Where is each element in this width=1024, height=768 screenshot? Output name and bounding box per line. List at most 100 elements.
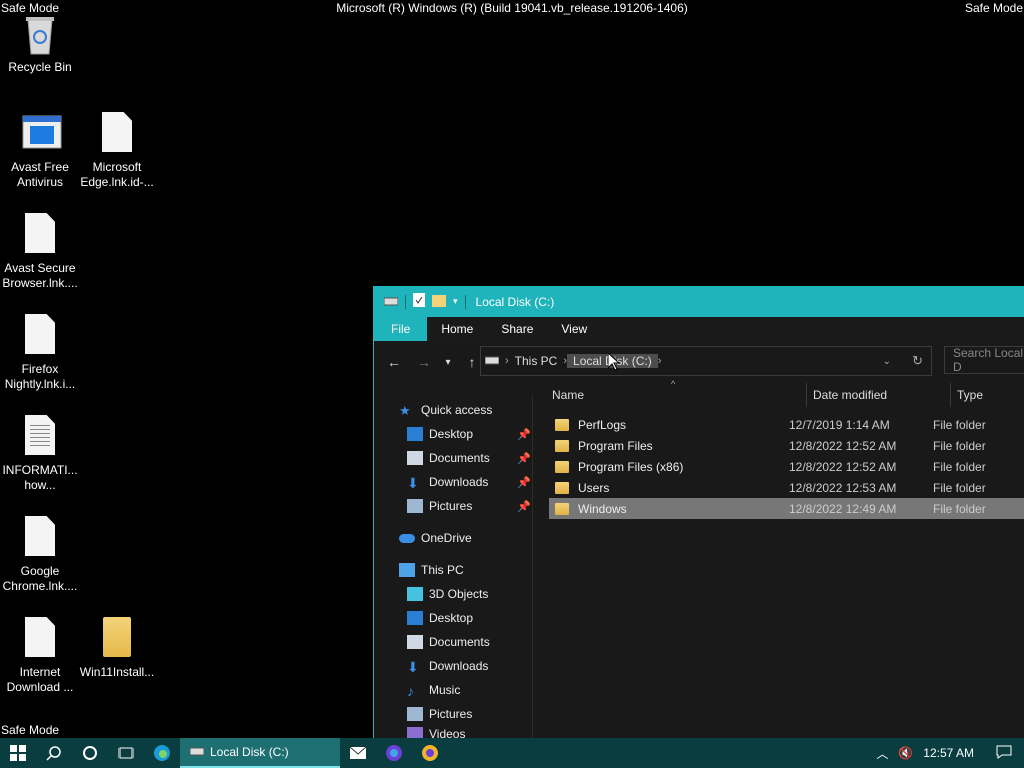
recycle-bin-icon: [22, 12, 58, 56]
desktop-icon-recycle-bin[interactable]: Recycle Bin: [0, 12, 80, 75]
file-row-selected[interactable]: Windows 12/8/2022 12:49 AM File folder: [549, 498, 1024, 519]
column-name[interactable]: Name: [552, 383, 584, 407]
nav-qa-desktop[interactable]: Desktop: [407, 423, 473, 445]
nav-qa-downloads[interactable]: ⬇ Downloads: [407, 471, 488, 493]
file-date: 12/8/2022 12:53 AM: [789, 480, 897, 495]
tab-home[interactable]: Home: [427, 317, 487, 341]
desktop-icon-information[interactable]: INFORMATI... how...: [0, 415, 80, 493]
folder-icon: [555, 502, 569, 515]
documents-icon: [407, 635, 423, 649]
notification-icon[interactable]: [996, 745, 1012, 762]
taskbar-app-explorer[interactable]: Local Disk (C:): [180, 738, 340, 768]
pin-icon[interactable]: 📌: [517, 428, 531, 441]
forward-arrow-icon[interactable]: →: [412, 354, 436, 370]
sort-ascending-icon: ^: [671, 379, 676, 389]
file-icon: [22, 516, 58, 560]
desktop-icon-win11install[interactable]: Win11Install...: [77, 617, 157, 680]
quick-access-toolbar: ▾: [374, 293, 466, 310]
volume-muted-icon[interactable]: 🔇: [898, 746, 913, 760]
nav-onedrive[interactable]: OneDrive: [399, 527, 472, 549]
tab-share[interactable]: Share: [487, 317, 547, 341]
column-type[interactable]: Type: [957, 383, 983, 407]
file-name: Users: [578, 480, 610, 495]
search-icon[interactable]: [36, 738, 72, 768]
nav-pc-desktop[interactable]: Desktop: [407, 607, 473, 629]
folder-icon: [555, 481, 569, 494]
file-name: Windows: [578, 501, 627, 516]
nav-pc-downloads[interactable]: ⬇ Downloads: [407, 655, 488, 677]
chevron-down-icon[interactable]: ▾: [453, 296, 458, 307]
search-input[interactable]: Search Local D: [944, 346, 1024, 374]
nav-this-pc[interactable]: This PC: [399, 559, 464, 581]
downloads-icon: ⬇: [407, 475, 419, 491]
file-type: File folder: [933, 459, 986, 474]
pin-icon[interactable]: 📌: [517, 476, 531, 489]
properties-icon[interactable]: [413, 293, 425, 310]
task-view-icon[interactable]: [108, 738, 144, 768]
cube-icon: [407, 587, 423, 601]
cortana-icon[interactable]: [72, 738, 108, 768]
file-explorer-window[interactable]: ▾ Local Disk (C:) File Home Share View ←…: [373, 286, 1024, 739]
chevron-right-icon[interactable]: ›: [658, 355, 662, 367]
nav-pc-pictures[interactable]: Pictures: [407, 703, 472, 725]
tab-view[interactable]: View: [547, 317, 601, 341]
desktop-icon-label: Google Chrome.lnk....: [2, 564, 78, 593]
file-date: 12/8/2022 12:52 AM: [789, 459, 897, 474]
pin-icon[interactable]: 📌: [517, 500, 531, 513]
music-icon: ♪: [407, 683, 414, 699]
nav-pc-documents[interactable]: Documents: [407, 631, 490, 653]
nav-qa-pictures[interactable]: Pictures: [407, 495, 472, 517]
file-date: 12/7/2019 1:14 AM: [789, 417, 890, 432]
build-info: Microsoft (R) Windows (R) (Build 19041.v…: [336, 1, 688, 15]
nav-pc-3d-objects[interactable]: 3D Objects: [407, 583, 488, 605]
back-arrow-icon[interactable]: ←: [382, 354, 406, 370]
breadcrumb-this-pc[interactable]: This PC: [509, 354, 564, 368]
firefox-icon[interactable]: [376, 738, 412, 768]
file-icon: [22, 314, 58, 358]
file-row[interactable]: Program Files (x86) 12/8/2022 12:52 AM F…: [549, 456, 1024, 477]
mouse-cursor-icon: [607, 351, 621, 374]
navigation-pane: ★ Quick access Desktop 📌 Documents 📌 ⬇ D…: [374, 395, 533, 739]
windows-start-icon[interactable]: [0, 738, 36, 768]
desktop-icon-chrome[interactable]: Google Chrome.lnk....: [0, 516, 80, 594]
nav-qa-documents[interactable]: Documents: [407, 447, 490, 469]
drive-icon: [383, 295, 399, 309]
file-type: File folder: [933, 438, 986, 453]
mail-icon[interactable]: [340, 738, 376, 768]
chevron-up-icon[interactable]: ︿: [876, 745, 888, 762]
browser-icon[interactable]: [412, 738, 448, 768]
recent-locations-chevron-icon[interactable]: ▾: [436, 357, 460, 368]
desktop-icon-label: Avast Secure Browser.lnk....: [2, 261, 78, 290]
new-folder-icon[interactable]: [432, 293, 446, 310]
desktop-icon-idm[interactable]: Internet Download ...: [0, 617, 80, 695]
file-row[interactable]: PerfLogs 12/7/2019 1:14 AM File folder: [549, 414, 1024, 435]
text-file-icon: [22, 415, 58, 459]
address-dropdown-chevron-icon[interactable]: ⌄: [883, 356, 891, 367]
folder-icon: [555, 439, 569, 452]
file-row[interactable]: Program Files 12/8/2022 12:52 AM File fo…: [549, 435, 1024, 456]
title-bar[interactable]: ▾ Local Disk (C:): [374, 286, 1024, 317]
folder-icon: [99, 617, 135, 661]
nav-quick-access[interactable]: ★ Quick access: [399, 399, 492, 421]
column-date-modified[interactable]: Date modified: [813, 383, 887, 407]
file-list: ^ Name Date modified Type PerfLogs 12/7/…: [533, 379, 1024, 738]
desktop-icon-edge-lnk[interactable]: Microsoft Edge.lnk.id-...: [77, 112, 157, 190]
tab-file[interactable]: File: [374, 317, 428, 341]
file-icon: [99, 112, 135, 156]
edge-icon[interactable]: [144, 738, 180, 768]
safe-mode-label: Safe Mode: [1, 723, 60, 737]
desktop-icon-firefox-nightly[interactable]: Firefox Nightly.lnk.i...: [0, 314, 80, 392]
drive-icon: [189, 745, 205, 759]
file-icon: [22, 213, 58, 257]
clock[interactable]: 12:57 AM: [923, 746, 974, 760]
nav-pc-music[interactable]: ♪ Music: [407, 679, 460, 701]
window-title: Local Disk (C:): [475, 294, 555, 309]
refresh-icon[interactable]: ↻: [912, 353, 923, 369]
pin-icon[interactable]: 📌: [517, 452, 531, 465]
desktop-icon-avast-browser[interactable]: Avast Secure Browser.lnk....: [0, 213, 80, 291]
desktop-icon-label: INFORMATI... how...: [2, 463, 78, 492]
file-row[interactable]: Users 12/8/2022 12:53 AM File folder: [549, 477, 1024, 498]
desktop-icon-avast-antivirus[interactable]: Avast Free Antivirus: [0, 112, 80, 190]
address-bar[interactable]: › This PC › Local Disk (C:) › ⌄ ↻: [480, 346, 932, 376]
pictures-icon: [407, 707, 423, 721]
